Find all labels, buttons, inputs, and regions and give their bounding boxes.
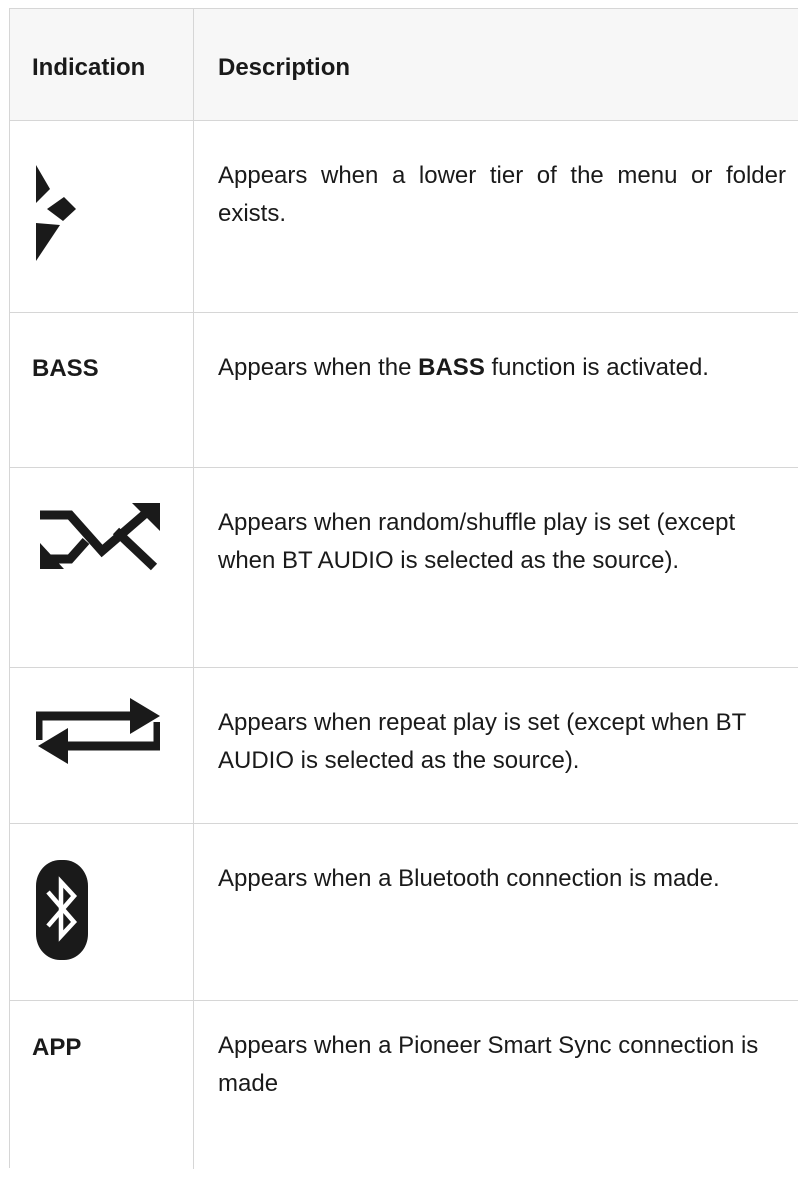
column-divider [193, 9, 194, 1169]
row-description: Appears when random/shuffle play is set … [218, 509, 736, 574]
bluetooth-icon [36, 860, 88, 960]
row-description: Appears when repeat play is set (except … [218, 709, 746, 774]
header-description: Description [218, 54, 351, 81]
row-description: Appears when the BASS function is activa… [218, 354, 709, 381]
row-description: Appears when a lower tier of the menu or… [218, 162, 786, 227]
bass-indicator: BASS [32, 355, 99, 382]
app-indicator: APP [32, 1034, 82, 1061]
table-row: Appears when repeat play is set (except … [10, 668, 798, 824]
row-description: Appears when a Pioneer Smart Sync connec… [218, 1032, 759, 1097]
table-row: BASS Appears when the BASS function is a… [10, 313, 798, 468]
indications-table: Indication Description Appears when a lo… [9, 8, 798, 1169]
table-row: Appears when a lower tier of the menu or… [10, 121, 798, 313]
header-indication: Indication [32, 54, 146, 81]
table-row: APP Appears when a Pioneer Smart Sync co… [10, 1001, 798, 1181]
row-description: Appears when a Bluetooth connection is m… [218, 865, 720, 892]
table-row: Appears when a Bluetooth connection is m… [10, 824, 798, 1001]
table-header: Indication Description [10, 9, 798, 121]
table-row: Appears when random/shuffle play is set … [10, 468, 798, 668]
repeat-icon [36, 698, 160, 768]
menu-tier-arrow-icon [34, 165, 76, 261]
shuffle-icon [36, 503, 160, 571]
